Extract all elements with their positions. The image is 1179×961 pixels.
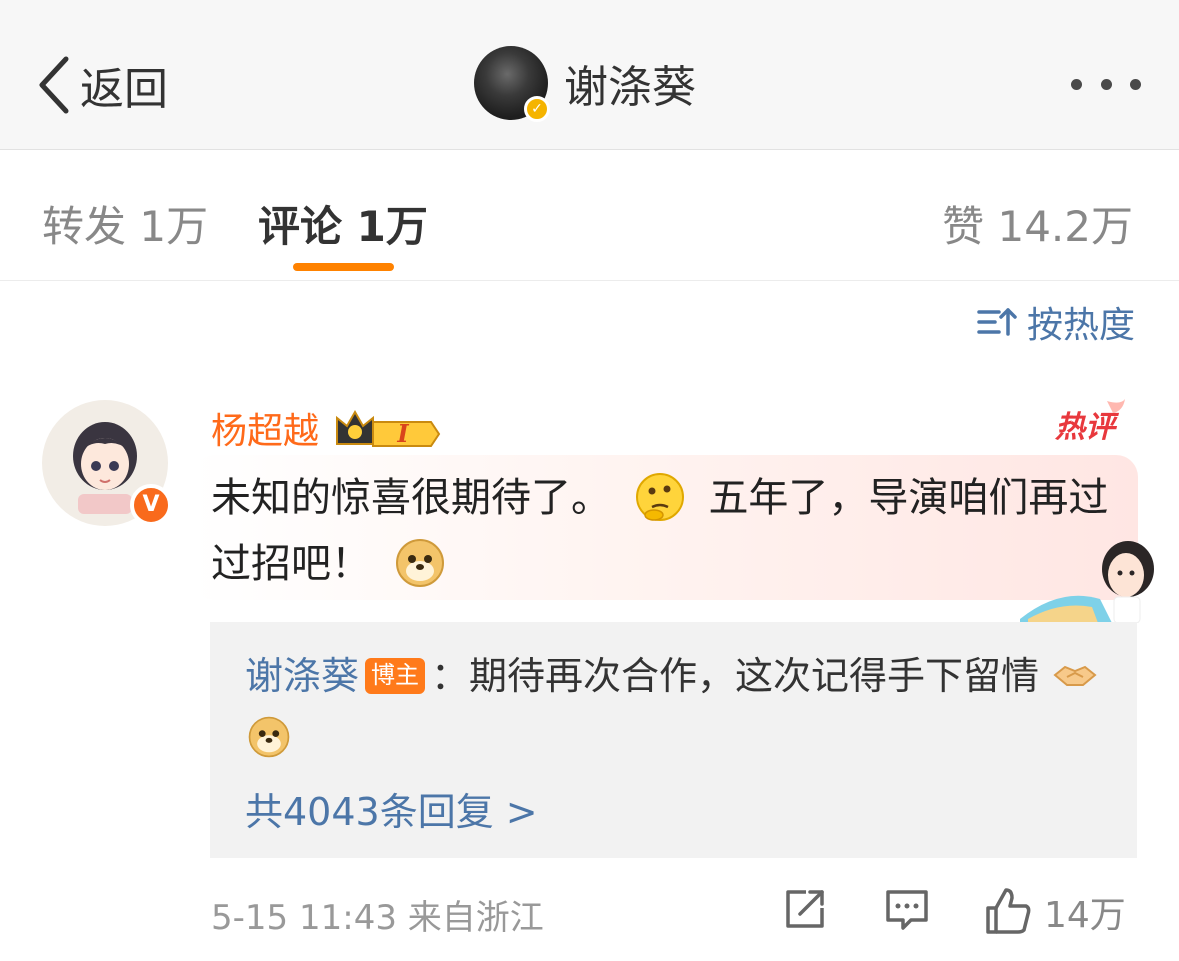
reply-content: ：期待再次合作，这次记得手下留情 xyxy=(431,654,1040,698)
comment-author[interactable]: 杨超越 xyxy=(211,402,319,454)
back-button[interactable]: 返回 xyxy=(36,50,168,120)
commenter-avatar[interactable]: V xyxy=(42,400,172,526)
member-crown-icon[interactable]: I xyxy=(333,406,449,450)
avatar[interactable]: ✓ xyxy=(474,46,550,122)
sort-button[interactable]: 按热度 xyxy=(977,296,1135,348)
top-nav-bar: 返回 ✓ 谢涤葵 xyxy=(0,0,1179,150)
comment-icon[interactable] xyxy=(883,886,931,934)
sort-label: 按热度 xyxy=(1026,305,1135,346)
like-count: 14万 xyxy=(1044,895,1126,936)
decorative-avatar-sticker xyxy=(1020,541,1154,623)
comment-header: 杨超越 I xyxy=(211,402,449,454)
handshake-emoji-icon xyxy=(1053,665,1097,686)
level-badge: I xyxy=(396,419,409,448)
tab-comment[interactable]: 评论 1万 xyxy=(258,193,428,254)
post-author[interactable]: ✓ 谢涤葵 xyxy=(474,45,696,122)
tab-bar: 转发 1万 评论 1万 赞 14.2万 xyxy=(0,151,1179,281)
owner-badge: 博主 xyxy=(365,658,426,694)
doge-emoji-icon xyxy=(248,716,290,758)
thinking-emoji-icon xyxy=(635,473,684,521)
like-button[interactable]: 14万 xyxy=(982,886,1126,938)
view-replies-link[interactable]: 共4043条回复 > xyxy=(245,781,538,836)
vip-verified-icon: V xyxy=(130,484,172,526)
more-dots-icon[interactable] xyxy=(1071,72,1141,96)
active-tab-indicator xyxy=(293,263,394,271)
tab-like[interactable]: 赞 14.2万 xyxy=(942,193,1133,254)
page-title: 谢涤葵 xyxy=(564,62,696,113)
comment-text-part1: 未知的惊喜很期待了。 xyxy=(211,475,611,521)
hot-label: 热评 xyxy=(1054,410,1120,445)
tab-repost[interactable]: 转发 1万 xyxy=(42,193,208,254)
chevron-left-icon xyxy=(39,56,69,114)
reply-text: 谢涤葵 博主 ：期待再次合作，这次记得手下留情 xyxy=(245,645,1105,769)
reply-author[interactable]: 谢涤葵 xyxy=(245,654,359,698)
comment-meta: 5-15 11:43 来自浙江 xyxy=(211,898,544,938)
doge-emoji-icon xyxy=(395,539,444,587)
share-icon[interactable] xyxy=(782,886,828,932)
verified-icon: ✓ xyxy=(524,96,550,122)
back-label: 返回 xyxy=(80,64,168,115)
sort-icon xyxy=(977,308,1017,336)
comment-text: 未知的惊喜很期待了。 五年了，导演咱们再过过招吧！ xyxy=(211,465,1111,597)
hot-comment-badge: 热评 xyxy=(1054,399,1125,445)
thumbs-up-icon xyxy=(986,888,1031,934)
